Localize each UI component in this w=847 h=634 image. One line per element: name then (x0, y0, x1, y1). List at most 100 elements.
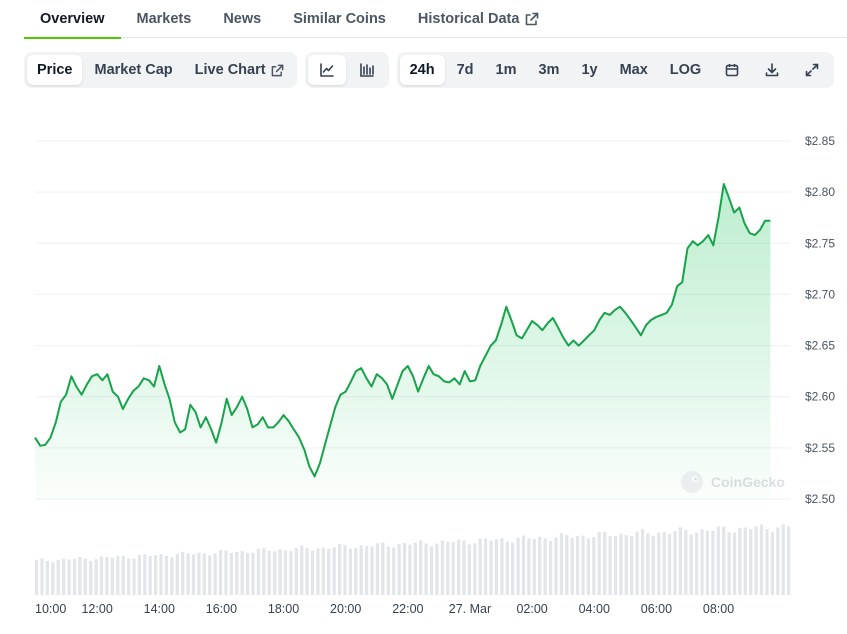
tab-similar-coins[interactable]: Similar Coins (277, 0, 402, 38)
volume-bar (208, 555, 212, 595)
volume-bar (716, 526, 720, 595)
tab-overview[interactable]: Overview (24, 0, 121, 39)
volume-bar (170, 557, 174, 595)
volume-bar (776, 527, 780, 595)
range-1m-button[interactable]: 1m (486, 55, 527, 85)
volume-bar (419, 540, 423, 595)
y-tick-label: $2.80 (805, 185, 835, 199)
volume-bar (218, 549, 223, 595)
volume-bar (527, 538, 531, 595)
volume-bar (743, 527, 747, 595)
x-axis-labels: 10:00 12:00 14:00 16:00 18:00 20:00 22:00 27. M… (35, 602, 734, 616)
volume-bar (143, 554, 147, 595)
download-icon (765, 63, 779, 77)
range-1y-button[interactable]: 1y (571, 55, 607, 85)
volume-bar (224, 550, 228, 595)
range-max-button[interactable]: Max (610, 55, 658, 85)
volume-bar (662, 532, 666, 595)
volume-bar (521, 535, 526, 595)
external-link-icon (271, 64, 283, 76)
volume-bar (191, 554, 196, 595)
calendar-icon (725, 64, 739, 77)
volume-bar (235, 552, 239, 595)
volume-bar (651, 535, 655, 595)
y-axis-labels: $2.85 $2.80 $2.75 $2.70 $2.65 $2.60 $2.55 $2.50 (805, 134, 835, 506)
line-chart-button[interactable] (307, 55, 346, 85)
range-3m-button[interactable]: 3m (528, 55, 569, 85)
price-chart: $2.85 $2.80 $2.75 $2.70 $2.65 $2.60 $2.55 $2.50… (34, 134, 835, 616)
volume-bar (283, 550, 288, 595)
volume-bar (197, 552, 201, 595)
volume-bar (164, 555, 168, 595)
range-24h-button[interactable]: 24h (399, 55, 445, 85)
volume-bar (532, 538, 536, 595)
volume-bar (689, 534, 693, 595)
volume-bar (678, 527, 682, 595)
x-tick-label: 16:00 (206, 602, 237, 616)
candlestick-chart-button[interactable] (348, 55, 386, 85)
volume-bar (494, 539, 499, 595)
tab-news[interactable]: News (207, 0, 277, 38)
volume-bar (408, 544, 412, 595)
volume-bar (62, 558, 66, 595)
volume-bar (45, 560, 49, 595)
volume-bar (478, 538, 482, 595)
price-button[interactable]: Price (27, 55, 83, 85)
tab-label: Similar Coins (293, 11, 386, 27)
volume-bar (640, 529, 645, 595)
volume-bar (105, 557, 109, 595)
volume-bar (624, 535, 628, 595)
volume-bar (576, 536, 580, 595)
volume-bar (381, 542, 385, 595)
volume-bar (684, 530, 688, 595)
range-log-button[interactable]: LOG (660, 55, 711, 85)
coingecko-watermark: CoinGecko (681, 471, 785, 493)
volume-bar (267, 550, 271, 595)
volume-bar (83, 558, 87, 595)
fullscreen-button[interactable] (793, 55, 831, 85)
volume-bar (310, 550, 315, 595)
tab-markets[interactable]: Markets (121, 0, 208, 38)
volume-bar (338, 544, 342, 595)
volume-bar (695, 532, 699, 595)
volume-bar (473, 543, 477, 595)
volume-bar (321, 547, 325, 595)
live-chart-button[interactable]: Live Chart (185, 55, 294, 85)
volume-bar (565, 535, 569, 595)
y-tick-label: $2.50 (805, 492, 835, 506)
volume-bar (229, 552, 233, 595)
volume-bar (305, 548, 309, 595)
volume-bar (700, 529, 704, 595)
volume-bar (668, 534, 672, 595)
x-tick-label: 14:00 (144, 602, 175, 616)
price-area (35, 184, 771, 499)
volume-bar (462, 540, 466, 595)
range-7d-button[interactable]: 7d (447, 55, 484, 85)
volume-bar (586, 538, 590, 595)
x-tick-label: 22:00 (392, 602, 423, 616)
volume-bar (181, 551, 185, 595)
volume-bar (619, 533, 623, 595)
x-tick-label: 27. Mar (449, 602, 491, 616)
market-cap-button[interactable]: Market Cap (84, 55, 182, 85)
y-tick-label: $2.85 (805, 134, 835, 148)
volume-bar (657, 532, 661, 595)
download-button[interactable] (753, 55, 791, 85)
volume-bar (316, 548, 320, 595)
volume-bar (608, 536, 612, 595)
volume-bar (300, 545, 304, 595)
calendar-button[interactable] (713, 55, 751, 85)
x-tick-label: 08:00 (703, 602, 734, 616)
candlestick-chart-icon (359, 63, 374, 77)
volume-bar (646, 533, 650, 595)
chart-toolbar: Price Market Cap Live Chart 24h 7d 1m 3m 1y Max… (24, 52, 835, 88)
tab-label: Historical Data (417, 11, 520, 27)
volume-bar (554, 537, 558, 595)
tab-historical-data[interactable]: Historical Data (402, 0, 556, 38)
volume-bar (354, 548, 358, 595)
volume-bar (213, 553, 217, 595)
metric-selector: Price Market Cap Live Chart (24, 52, 297, 88)
button-label: Market Cap (94, 62, 173, 78)
volume-bar (765, 529, 769, 595)
volume-bar (538, 536, 542, 595)
